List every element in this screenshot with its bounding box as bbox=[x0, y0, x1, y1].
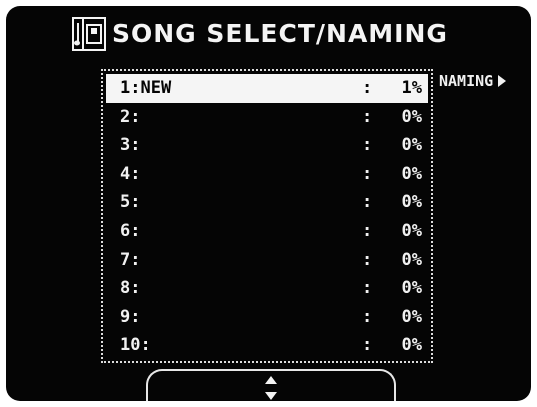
disk-icon bbox=[72, 17, 106, 51]
scroll-control[interactable] bbox=[146, 369, 396, 401]
song-percent: 0% bbox=[401, 220, 422, 241]
song-separator: : bbox=[362, 106, 373, 127]
song-row-1[interactable]: 1:NEW : 1% bbox=[106, 74, 428, 103]
song-number: 7: bbox=[120, 249, 141, 270]
song-percent: 0% bbox=[401, 192, 422, 213]
song-row-10[interactable]: 10: : 0% bbox=[106, 331, 428, 360]
song-number: 5: bbox=[120, 192, 141, 213]
song-number: 8: bbox=[120, 278, 141, 299]
song-separator: : bbox=[362, 306, 373, 327]
song-row-5[interactable]: 5: : 0% bbox=[106, 188, 428, 217]
arrow-right-icon bbox=[498, 75, 507, 87]
song-number: 2: bbox=[120, 106, 141, 127]
song-row-6[interactable]: 6: : 0% bbox=[106, 217, 428, 246]
song-percent: 1% bbox=[401, 78, 422, 98]
song-row-7[interactable]: 7: : 0% bbox=[106, 246, 428, 275]
song-number: 3: bbox=[120, 135, 141, 156]
song-separator: : bbox=[362, 78, 373, 98]
song-percent: 0% bbox=[401, 135, 422, 156]
naming-label: NAMING bbox=[439, 72, 494, 90]
song-separator: : bbox=[362, 220, 373, 241]
song-number: 10: bbox=[120, 335, 151, 356]
song-row-3[interactable]: 3: : 0% bbox=[106, 131, 428, 160]
naming-button[interactable]: NAMING bbox=[439, 70, 507, 92]
song-percent: 0% bbox=[401, 106, 422, 127]
song-separator: : bbox=[362, 335, 373, 356]
song-row-9[interactable]: 9: : 0% bbox=[106, 303, 428, 332]
song-list[interactable]: 1:NEW : 1% 2: : 0% 3: : 0% 4: : 0% 5: : … bbox=[101, 69, 433, 363]
header: SONG SELECT/NAMING bbox=[72, 14, 448, 54]
song-separator: : bbox=[362, 278, 373, 299]
song-row-8[interactable]: 8: : 0% bbox=[106, 274, 428, 303]
song-row-2[interactable]: 2: : 0% bbox=[106, 103, 428, 132]
song-number: 4: bbox=[120, 163, 141, 184]
song-row-4[interactable]: 4: : 0% bbox=[106, 160, 428, 189]
song-separator: : bbox=[362, 135, 373, 156]
song-separator: : bbox=[362, 249, 373, 270]
song-number: 6: bbox=[120, 220, 141, 241]
page-title: SONG SELECT/NAMING bbox=[112, 19, 448, 48]
song-separator: : bbox=[362, 192, 373, 213]
song-percent: 0% bbox=[401, 306, 422, 327]
song-percent: 0% bbox=[401, 249, 422, 270]
up-down-arrows-icon bbox=[265, 376, 277, 400]
song-percent: 0% bbox=[401, 163, 422, 184]
song-percent: 0% bbox=[401, 278, 422, 299]
lcd-screen: SONG SELECT/NAMING 1:NEW : 1% 2: : 0% 3:… bbox=[6, 6, 531, 401]
song-percent: 0% bbox=[401, 335, 422, 356]
song-number: 1:NEW bbox=[120, 78, 172, 98]
song-number: 9: bbox=[120, 306, 141, 327]
song-separator: : bbox=[362, 163, 373, 184]
